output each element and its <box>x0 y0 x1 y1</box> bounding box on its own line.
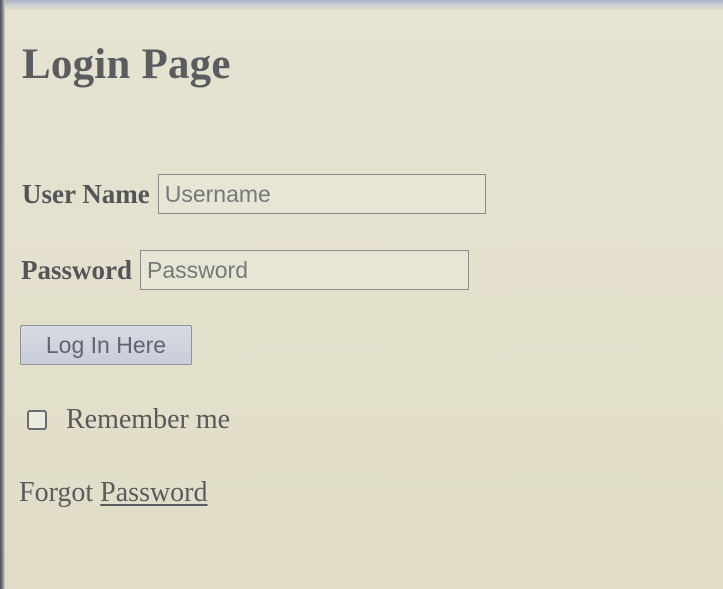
password-input[interactable] <box>140 250 470 290</box>
password-label: Password <box>21 254 133 285</box>
forgot-prefix: Forgot <box>19 477 94 508</box>
forgot-password-row: Forgot Password <box>19 477 208 509</box>
remember-me-row: Remember me <box>27 404 230 436</box>
username-label: User Name <box>22 178 150 209</box>
browser-viewport: Login Page User Name Password Log In Her… <box>0 0 723 589</box>
window-top-edge <box>0 0 723 10</box>
username-row: User Name <box>22 174 486 214</box>
remember-me-checkbox[interactable] <box>27 410 47 430</box>
login-button[interactable]: Log In Here <box>20 325 192 365</box>
window-left-edge <box>0 0 5 589</box>
remember-me-label[interactable]: Remember me <box>66 404 230 436</box>
username-input[interactable] <box>157 174 486 214</box>
forgot-password-link[interactable]: Password <box>100 477 207 508</box>
password-row: Password <box>21 250 470 290</box>
page-title: Login Page <box>22 41 231 88</box>
